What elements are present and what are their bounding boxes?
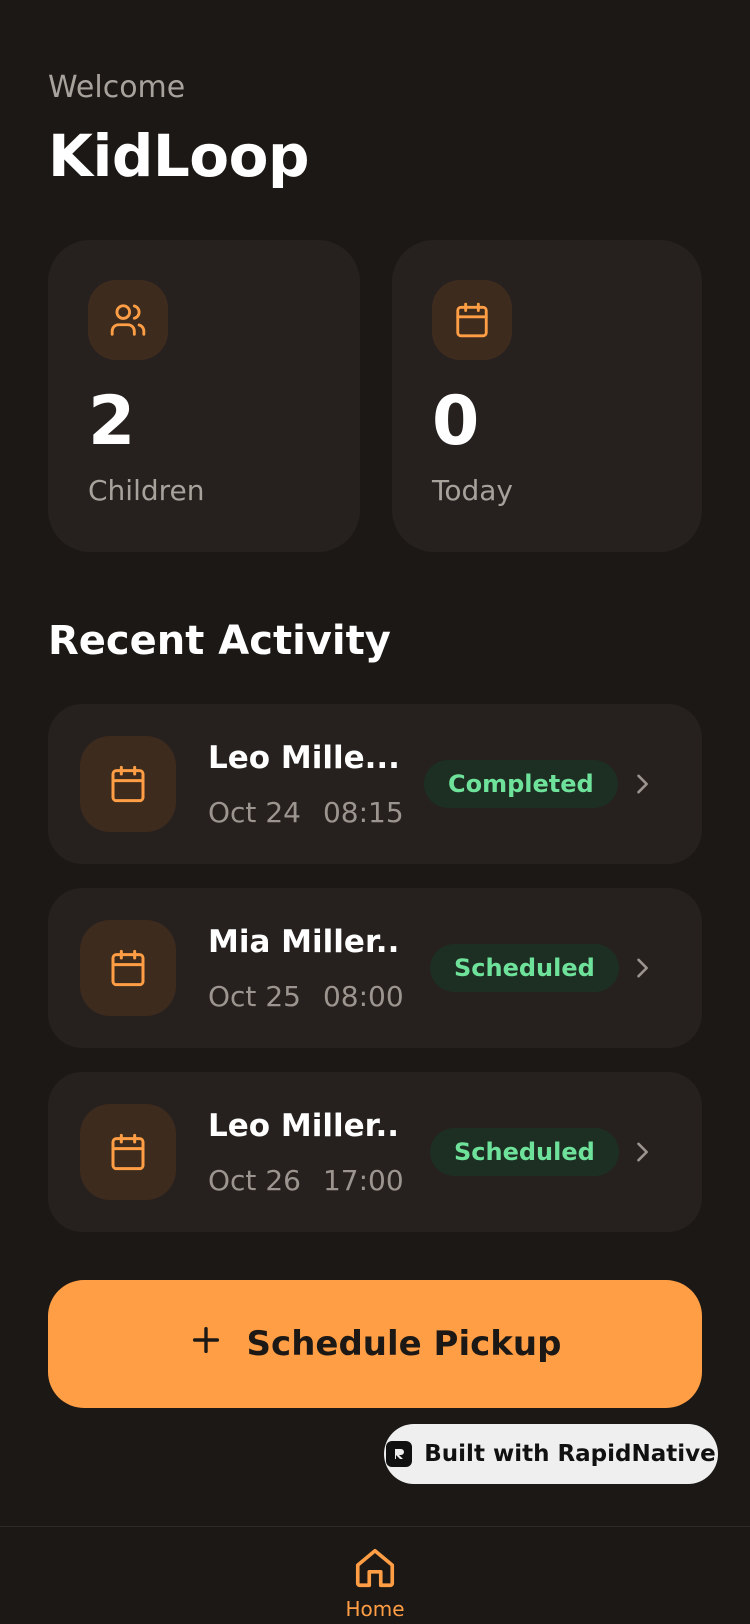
bottom-tab-bar: Home [0, 1526, 750, 1624]
activity-item[interactable]: Mia Miller... Oct 25 08:00 Scheduled [48, 888, 702, 1048]
activity-child-name: Leo Mille... [208, 740, 400, 776]
schedule-pickup-label: Schedule Pickup [246, 1324, 562, 1364]
children-count: 2 [88, 382, 136, 461]
schedule-pickup-button[interactable]: Schedule Pickup [48, 1280, 702, 1408]
today-label: Today [432, 474, 513, 507]
activity-time: 17:00 [322, 1164, 404, 1197]
activity-child-name: Mia Miller... [208, 924, 400, 960]
status-badge: Scheduled [430, 944, 619, 992]
page-title: KidLoop [48, 122, 310, 190]
activity-date: Oct 26 [208, 1164, 301, 1197]
tab-home-label: Home [345, 1597, 405, 1621]
chevron-right-icon [622, 1132, 662, 1172]
children-stat-card[interactable]: 2 Children [48, 240, 360, 552]
plus-icon [189, 1323, 223, 1366]
activity-datetime: Oct 25 08:00 [208, 980, 404, 1013]
children-label: Children [88, 474, 205, 507]
activity-date: Oct 24 [208, 796, 301, 829]
activity-date: Oct 25 [208, 980, 301, 1013]
section-title-recent-activity: Recent Activity [48, 618, 391, 664]
today-count: 0 [432, 382, 480, 461]
activity-item[interactable]: Leo Miller... Oct 26 17:00 Scheduled [48, 1072, 702, 1232]
activity-time: 08:15 [322, 796, 404, 829]
tab-home[interactable]: Home [345, 1545, 405, 1621]
built-with-badge[interactable]: Built with RapidNative [384, 1424, 718, 1484]
chevron-right-icon [622, 948, 662, 988]
status-badge: Scheduled [430, 1128, 619, 1176]
calendar-icon [80, 736, 176, 832]
status-badge: Completed [424, 760, 618, 808]
calendar-icon [80, 1104, 176, 1200]
activity-child-name: Leo Miller... [208, 1108, 400, 1144]
calendar-icon [80, 920, 176, 1016]
home-icon [352, 1545, 398, 1595]
built-with-label: Built with RapidNative [424, 1441, 716, 1467]
rapidnative-logo-icon [386, 1441, 413, 1467]
activity-datetime: Oct 26 17:00 [208, 1164, 404, 1197]
activity-item[interactable]: Leo Mille... Oct 24 08:15 Completed [48, 704, 702, 864]
activity-time: 08:00 [322, 980, 404, 1013]
home-screen: Welcome KidLoop 2 Children 0 Today Recen… [0, 0, 750, 1624]
calendar-icon [432, 280, 512, 360]
welcome-text: Welcome [48, 70, 186, 105]
activity-datetime: Oct 24 08:15 [208, 796, 404, 829]
today-stat-card[interactable]: 0 Today [392, 240, 702, 552]
users-icon [88, 280, 168, 360]
chevron-right-icon [622, 764, 662, 804]
